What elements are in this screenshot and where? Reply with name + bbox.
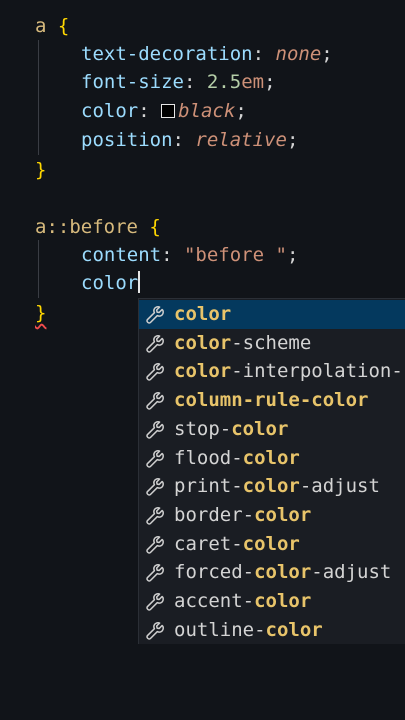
number-value: 2.5: [206, 71, 242, 93]
code-line-6[interactable]: }: [35, 156, 46, 184]
wrench-icon: [145, 420, 165, 440]
suggestion-label: forced-color-adjust: [174, 561, 392, 584]
suggestion-item[interactable]: flood-color: [139, 444, 405, 473]
wrench-icon: [145, 305, 165, 325]
unit: em: [241, 71, 265, 93]
suggestion-item[interactable]: forced-color-adjust: [139, 558, 405, 587]
suggestion-label: border-color: [174, 503, 312, 526]
wrench-icon: [145, 391, 165, 411]
property-value: relative: [195, 129, 287, 151]
code-line-8[interactable]: a::before {: [35, 213, 161, 241]
typed-text: color: [81, 272, 139, 294]
suggestion-label: outline-color: [174, 618, 323, 641]
semicolon: ;: [286, 129, 299, 151]
suggestion-item[interactable]: color: [139, 300, 405, 329]
suggestion-label: flood-color: [174, 446, 300, 469]
property-name: color: [81, 100, 139, 122]
semicolon: ;: [235, 100, 247, 122]
suggestion-item[interactable]: outline-color: [139, 616, 405, 644]
suggestion-item[interactable]: stop-color: [139, 415, 405, 444]
suggestion-item[interactable]: border-color: [139, 501, 405, 530]
suggestion-item[interactable]: color-scheme: [139, 329, 405, 358]
wrench-icon: [145, 449, 165, 469]
pseudo-element: ::before: [46, 216, 138, 238]
property-name: text-decoration: [81, 43, 253, 65]
colon: :: [161, 244, 173, 266]
suggestion-label: accent-color: [174, 590, 312, 612]
property-value: black: [178, 100, 236, 122]
wrench-icon: [145, 621, 165, 641]
code-line-5[interactable]: position: relative;: [81, 126, 298, 154]
property-name: position: [81, 129, 173, 151]
property-name: font-size: [81, 71, 184, 93]
close-brace-error: }: [35, 302, 47, 324]
wrench-icon: [145, 563, 165, 583]
wrench-icon: [145, 592, 165, 612]
selector: a: [35, 216, 47, 238]
suggestion-label: print-color-adjust: [174, 475, 380, 498]
open-brace: {: [57, 15, 70, 37]
semicolon: ;: [321, 43, 333, 65]
semicolon: ;: [286, 244, 299, 266]
code-line-1[interactable]: a {: [35, 12, 69, 40]
code-line-10[interactable]: color: [81, 269, 141, 297]
code-line-3[interactable]: font-size: 2.5em;: [81, 68, 276, 96]
suggestion-item[interactable]: accent-color: [139, 587, 405, 616]
colon: :: [138, 100, 150, 122]
semicolon: ;: [264, 71, 276, 93]
suggestion-item[interactable]: color-interpolation-: [139, 357, 405, 386]
colon: :: [172, 129, 184, 151]
code-line-4[interactable]: color: black;: [81, 97, 247, 125]
suggestion-item[interactable]: column-rule-color: [139, 386, 405, 415]
open-brace: {: [149, 216, 161, 238]
suggestion-label: caret-color: [174, 532, 300, 555]
close-brace: }: [35, 159, 47, 181]
code-line-9[interactable]: content: "before ";: [81, 241, 298, 269]
code-line-2[interactable]: text-decoration: none;: [81, 40, 333, 68]
suggestion-item[interactable]: print-color-adjust: [139, 472, 405, 501]
wrench-icon: [145, 362, 165, 382]
suggestion-item[interactable]: caret-color: [139, 530, 405, 559]
suggestion-label: color-interpolation-: [174, 360, 403, 383]
wrench-icon: [145, 506, 165, 526]
color-swatch-icon[interactable]: [161, 104, 176, 118]
selector: a: [35, 15, 47, 37]
string-value: "before ": [183, 244, 287, 266]
code-editor[interactable]: a { text-decoration: none; font-size: 2.…: [0, 0, 405, 720]
colon: :: [252, 43, 265, 65]
property-value: none: [275, 43, 322, 65]
text-cursor: [138, 271, 141, 293]
autocomplete-suggestions[interactable]: color color-scheme color-interpolation-col…: [138, 298, 405, 644]
code-line-11[interactable]: }: [35, 299, 46, 327]
suggestion-label: color: [174, 303, 232, 325]
wrench-icon: [145, 535, 165, 555]
wrench-icon: [145, 334, 165, 354]
property-name: content: [81, 244, 162, 266]
suggestion-label: color-scheme: [174, 331, 312, 354]
indent-guide: [38, 40, 39, 155]
wrench-icon: [145, 477, 165, 497]
suggestion-label: column-rule-color: [174, 389, 369, 412]
indent-guide: [38, 240, 39, 298]
suggestion-label: stop-color: [174, 417, 289, 440]
colon: :: [183, 71, 196, 93]
